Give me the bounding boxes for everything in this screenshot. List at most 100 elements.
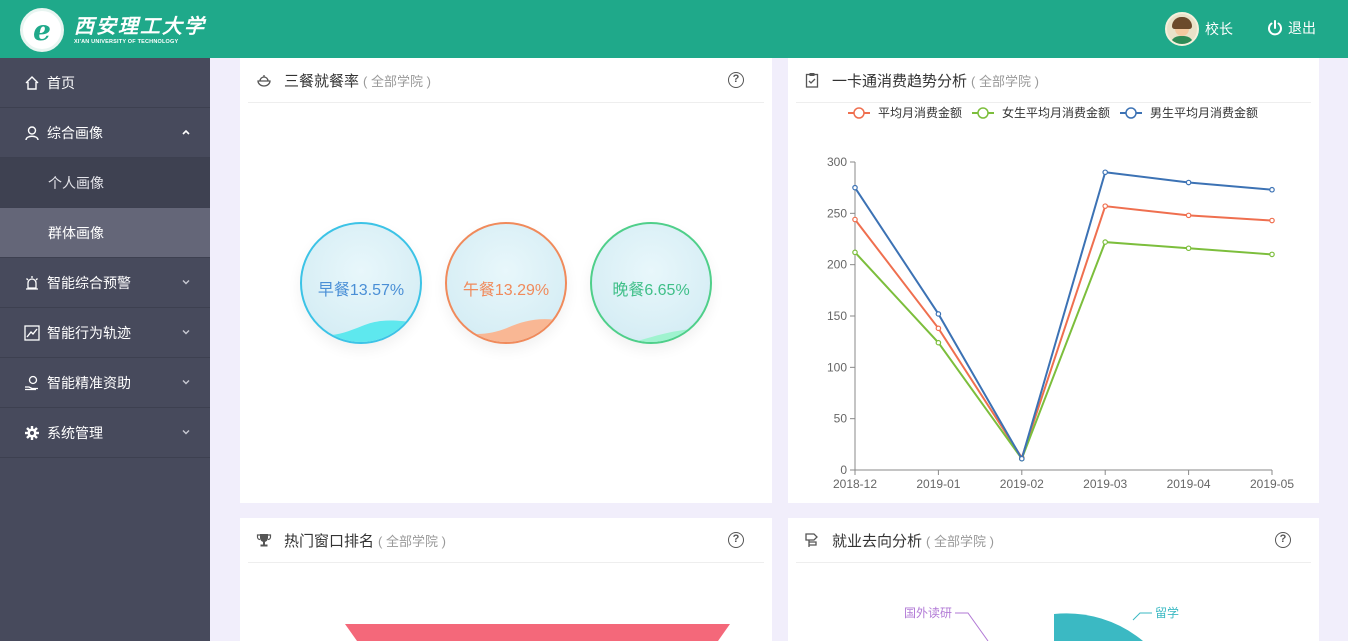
user-menu[interactable]: 校长 xyxy=(1165,12,1233,46)
logout-label: 退出 xyxy=(1288,20,1316,36)
power-icon xyxy=(1268,20,1282,36)
lunch-label: 午餐13.29% xyxy=(462,282,550,299)
x-tick-label: 2019-01 xyxy=(916,477,960,491)
y-tick-label: 50 xyxy=(834,412,848,426)
legend-label: 女生平均月消费金额 xyxy=(1002,105,1110,120)
meal-icon xyxy=(256,72,272,88)
breakfast-label: 早餐13.57% xyxy=(317,282,405,299)
data-point xyxy=(1102,239,1109,245)
alarm-icon xyxy=(24,275,40,291)
lunch-gauge: 午餐13.29% xyxy=(445,222,567,344)
sidebar-item-system[interactable]: 系统管理 xyxy=(0,408,210,458)
x-tick-label: 2019-04 xyxy=(1167,477,1211,491)
sidebar-item-label: 个人画像 xyxy=(48,174,104,191)
data-point xyxy=(1102,169,1109,176)
y-tick-label: 100 xyxy=(827,360,847,374)
card-title: 三餐就餐率 xyxy=(284,72,360,90)
data-point xyxy=(852,249,858,256)
pie-label-study-abroad: 留学 xyxy=(1155,605,1179,620)
legend-marker xyxy=(853,107,865,119)
home-icon xyxy=(24,75,40,91)
window-funnel-chart xyxy=(345,624,730,641)
sidebar-item-label: 智能行为轨迹 xyxy=(47,324,131,341)
chevron-down-icon xyxy=(182,280,190,285)
hand-coin-icon xyxy=(24,375,40,391)
data-point xyxy=(1269,251,1275,258)
sidebar-item-group-profile[interactable]: 群体画像 xyxy=(0,208,210,258)
logout-button[interactable]: 退出 xyxy=(1266,18,1316,38)
legend-marker xyxy=(977,107,989,119)
data-point xyxy=(935,325,942,332)
logo-chinese-name: 西安理工大学 xyxy=(74,14,206,38)
label-line-abroad-study xyxy=(955,612,989,641)
data-point xyxy=(1102,203,1109,209)
user-name: 校长 xyxy=(1205,21,1233,37)
sidebar-item-warning[interactable]: 智能综合预警 xyxy=(0,258,210,308)
series-line-1 xyxy=(854,241,1273,461)
consumption-line-chart: 0 50 100 150 200 250 300 2018-12 2019-01 2019-02 2… xyxy=(827,105,1294,491)
sidebar-item-label: 首页 xyxy=(47,74,75,91)
data-point xyxy=(852,184,858,191)
card-header: 三餐就餐率 ( 全部学院 ) ? xyxy=(248,58,764,103)
legend-marker xyxy=(1125,107,1137,119)
x-tick-label: 2019-03 xyxy=(1083,477,1127,491)
y-tick-label: 200 xyxy=(827,258,847,272)
legend-label: 男生平均月消费金额 xyxy=(1150,105,1258,120)
user-icon xyxy=(24,125,40,141)
data-point xyxy=(1185,179,1192,186)
y-tick-label: 0 xyxy=(840,463,847,477)
pie-slice-study-abroad[interactable] xyxy=(1054,613,1143,641)
pie-label-abroad-study: 国外读研 xyxy=(904,606,952,620)
sidebar: 首页 综合画像 个人画像 群体画像 智能综合预警 智能行为轨迹 智能精准资助 系… xyxy=(0,58,210,641)
sidebar-item-label: 群体画像 xyxy=(48,224,104,241)
hot-window-card: 热门窗口排名 ( 全部学院 ) ? xyxy=(240,518,772,641)
sidebar-item-label: 系统管理 xyxy=(47,424,103,441)
avatar[interactable] xyxy=(1165,12,1199,46)
dinner-label: 晚餐6.65% xyxy=(612,282,690,299)
logo-english-name: XI'AN UNIVERSITY OF TECHNOLOGY xyxy=(74,39,179,45)
card-subtitle: ( 全部学院 ) xyxy=(363,73,431,89)
x-tick-label: 2018-12 xyxy=(833,477,877,491)
trend-icon xyxy=(24,324,40,341)
sidebar-item-profile[interactable]: 综合画像 xyxy=(0,108,210,158)
sidebar-item-label: 综合画像 xyxy=(47,124,103,141)
university-logo[interactable]: e 西安理工大学 XI'AN UNIVERSITY OF TECHNOLOGY xyxy=(20,8,206,52)
meal-rate-card: 三餐就餐率 ( 全部学院 ) ? 早餐13.57% 午餐13.29% 晚餐6.6… xyxy=(240,58,772,503)
sidebar-item-personal-profile[interactable]: 个人画像 xyxy=(0,158,210,208)
data-point xyxy=(935,339,942,346)
legend-label: 平均月消费金额 xyxy=(878,105,962,120)
label-line-study-abroad xyxy=(1132,612,1152,621)
chevron-down-icon xyxy=(182,430,190,435)
sidebar-item-home[interactable]: 首页 xyxy=(0,58,210,108)
y-tick-label: 150 xyxy=(827,309,847,323)
data-point xyxy=(1185,212,1192,219)
data-point xyxy=(1185,245,1192,252)
logo-text: 西安理工大学 XI'AN UNIVERSITY OF TECHNOLOGY xyxy=(74,14,206,46)
employment-pie-chart: 国外读研 留学 xyxy=(904,605,1179,641)
sidebar-item-label: 智能综合预警 xyxy=(47,274,131,291)
data-point xyxy=(1269,186,1275,193)
series-line-2 xyxy=(854,171,1273,462)
data-point xyxy=(852,216,858,223)
series-line-0 xyxy=(854,205,1273,460)
x-tick-label: 2019-05 xyxy=(1250,477,1294,491)
data-point xyxy=(935,311,942,317)
x-tick-label: 2019-02 xyxy=(1000,477,1044,491)
y-tick-label: 300 xyxy=(827,155,847,169)
logo-emblem: e xyxy=(20,8,64,52)
chevron-up-icon xyxy=(182,129,190,135)
top-header: e 西安理工大学 XI'AN UNIVERSITY OF TECHNOLOGY … xyxy=(0,0,1348,58)
sidebar-item-trajectory[interactable]: 智能行为轨迹 xyxy=(0,308,210,358)
funnel-top-segment[interactable] xyxy=(345,624,730,641)
data-point xyxy=(1269,217,1275,224)
lunch-wave xyxy=(447,319,565,342)
sidebar-item-label: 智能精准资助 xyxy=(47,374,131,391)
sidebar-item-funding[interactable]: 智能精准资助 xyxy=(0,358,210,408)
y-tick-label: 250 xyxy=(827,206,847,220)
help-icon[interactable]: ? xyxy=(728,72,744,88)
breakfast-gauge: 早餐13.57% xyxy=(300,222,422,344)
chevron-down-icon xyxy=(182,380,190,385)
employment-card: 就业去向分析 ( 全部学院 ) ? 国外读研 留学 xyxy=(788,518,1319,641)
data-point xyxy=(1019,455,1025,462)
chevron-down-icon xyxy=(182,330,190,335)
